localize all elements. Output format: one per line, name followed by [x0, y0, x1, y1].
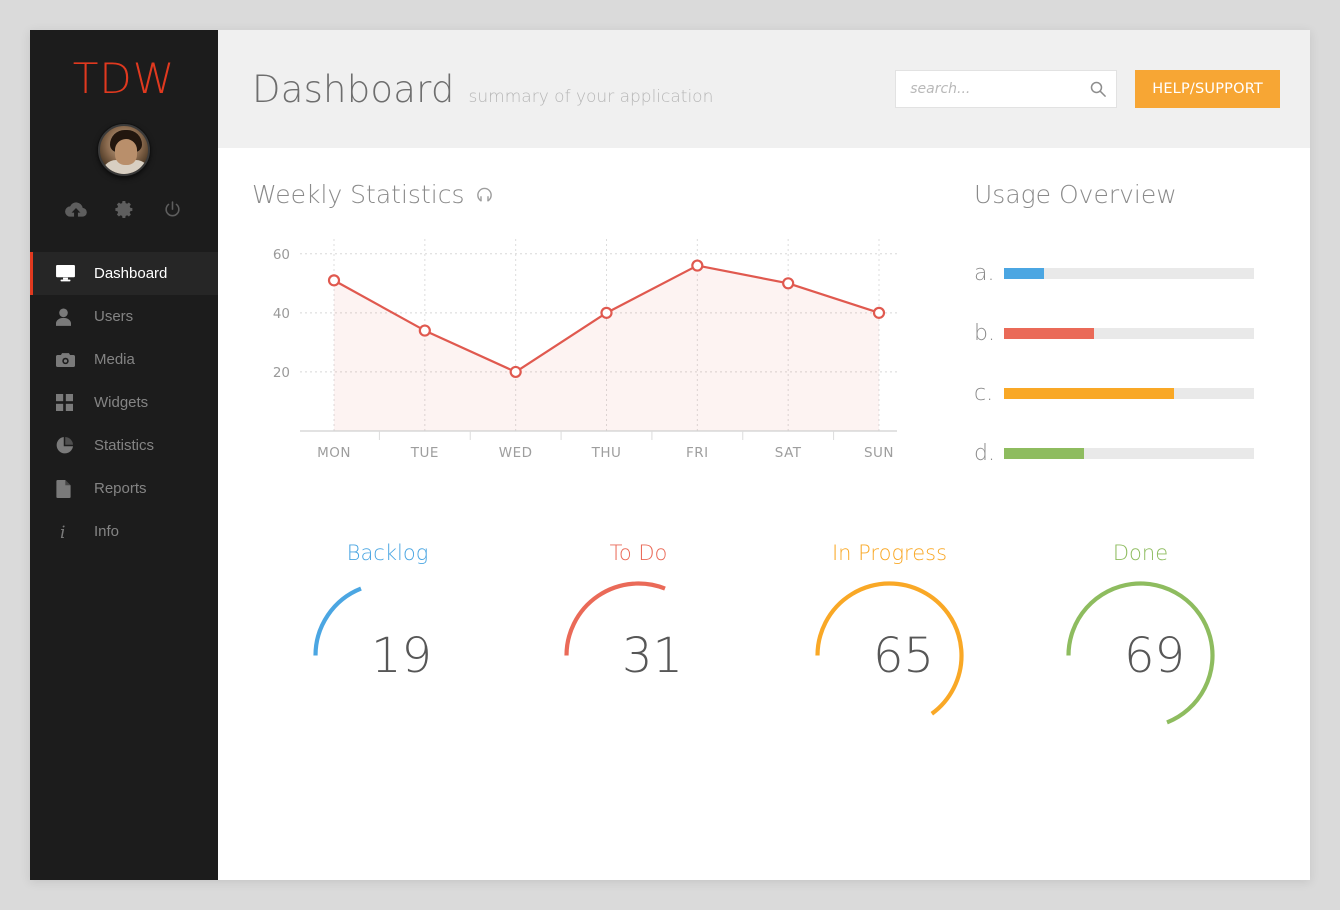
usage-overview-panel: Usage Overview a. b. c. d.: [912, 180, 1276, 483]
usage-progress-track[interactable]: [1004, 327, 1254, 339]
sidebar-item-label: Widgets: [94, 394, 149, 411]
page-subtitle: summary of your application: [468, 86, 714, 107]
gauge-arc: 65: [807, 573, 972, 738]
sidebar-item-label: Statistics: [94, 437, 155, 454]
usage-row-label: d.: [974, 440, 995, 466]
avatar-face: [115, 139, 137, 165]
sidebar-item-users[interactable]: Users: [30, 295, 218, 338]
usage-row: c.: [974, 363, 1276, 423]
sidebar-item-statistics[interactable]: Statistics: [30, 424, 218, 467]
sidebar-item-label: Media: [94, 351, 135, 368]
camera-icon: [56, 350, 78, 370]
weekly-statistics-header: Weekly Statistics: [252, 180, 912, 209]
pie-chart-icon: [56, 436, 78, 456]
power-icon[interactable]: [161, 198, 183, 220]
usage-progress-fill: [1004, 327, 1094, 339]
usage-overview-title: Usage Overview: [974, 180, 1177, 209]
gauge-label: Backlog: [346, 541, 429, 565]
page-title: Dashboard: [252, 67, 455, 111]
info-icon: i: [56, 522, 78, 542]
usage-progress-fill: [1004, 267, 1044, 279]
gauge-value: 69: [1123, 627, 1186, 684]
gauge-value: 65: [872, 627, 935, 684]
top-header: Dashboard summary of your application HE…: [218, 30, 1310, 148]
search-input[interactable]: [910, 81, 1091, 97]
gauge-value: 31: [621, 627, 684, 684]
document-icon: [56, 479, 78, 499]
app-window: TDW Dashboard Users Media Widgets Statis…: [30, 30, 1310, 880]
gauge-row: Backlog 19 To Do 31 In Progress 65 Done 69: [252, 541, 1276, 738]
usage-progress-fill: [1004, 447, 1084, 459]
gauge-card: Backlog 19: [262, 541, 513, 738]
weekly-statistics-panel: Weekly Statistics 20 40 60 MON TUE WED THU FRI S…: [252, 180, 912, 483]
sidebar: TDW Dashboard Users Media Widgets Statis…: [30, 30, 218, 880]
gauge-card: Done 69: [1015, 541, 1266, 738]
usage-row-label: b.: [974, 320, 995, 346]
gauge-label: To Do: [609, 541, 668, 565]
sidebar-item-label: Reports: [94, 480, 147, 497]
title-group: Dashboard summary of your application: [252, 68, 895, 111]
usage-row: d.: [974, 423, 1276, 483]
sidebar-item-label: Dashboard: [94, 265, 168, 282]
top-row: Weekly Statistics 20 40 60 MON TUE WED THU FRI S…: [252, 180, 1276, 483]
gauge-card: To Do 31: [513, 541, 764, 738]
x-axis-label: TUE: [410, 445, 439, 461]
gauge-card: In Progress 65: [764, 541, 1015, 738]
search-box[interactable]: [895, 70, 1118, 108]
gauge-arc: 69: [1058, 573, 1223, 738]
usage-progress-fill: [1004, 387, 1174, 399]
x-axis-label: SUN: [864, 445, 894, 461]
sidebar-item-reports[interactable]: Reports: [30, 467, 218, 510]
sidebar-item-widgets[interactable]: Widgets: [30, 381, 218, 424]
sidebar-item-info[interactable]: i Info: [30, 510, 218, 553]
x-axis-label: WED: [499, 445, 533, 461]
gauge-label: In Progress: [831, 541, 948, 565]
weekly-line-chart: 20 40 60 MON TUE WED THU FRI SAT SUN: [252, 225, 912, 470]
usage-progress-track[interactable]: [1004, 267, 1254, 279]
gauge-label: Done: [1112, 541, 1169, 565]
svg-text:40: 40: [273, 306, 290, 322]
usage-progress-track[interactable]: [1004, 447, 1254, 459]
svg-text:60: 60: [273, 247, 290, 263]
sidebar-nav: Dashboard Users Media Widgets Statistics…: [30, 252, 218, 553]
weekly-statistics-title: Weekly Statistics: [252, 180, 465, 209]
refresh-icon[interactable]: [475, 185, 494, 204]
brand-logo[interactable]: TDW: [30, 30, 218, 100]
usage-row: b.: [974, 303, 1276, 363]
main-area: Dashboard summary of your application HE…: [218, 30, 1310, 880]
usage-row-label: a.: [974, 260, 995, 286]
gauge-value: 19: [370, 627, 433, 684]
sidebar-item-label: Users: [94, 308, 134, 325]
sidebar-item-label: Info: [94, 523, 120, 540]
usage-row-label: c.: [974, 380, 994, 406]
usage-bar-list: a. b. c. d.: [974, 243, 1276, 483]
gear-icon[interactable]: [113, 198, 135, 220]
svg-text:i: i: [60, 523, 65, 541]
search-icon[interactable]: [1090, 81, 1107, 97]
content-area: Weekly Statistics 20 40 60 MON TUE WED THU FRI S…: [218, 148, 1310, 880]
usage-row: a.: [974, 243, 1276, 303]
avatar-wrapper: [30, 124, 218, 176]
svg-text:20: 20: [273, 365, 290, 381]
x-axis-label: MON: [317, 445, 351, 461]
usage-progress-track[interactable]: [1004, 387, 1254, 399]
cloud-upload-icon[interactable]: [65, 198, 87, 220]
avatar[interactable]: [98, 124, 150, 176]
x-axis-label: THU: [591, 445, 622, 461]
usage-overview-header: Usage Overview: [974, 180, 1276, 209]
gauge-arc: 31: [556, 573, 721, 738]
sidebar-item-media[interactable]: Media: [30, 338, 218, 381]
monitor-icon: [56, 264, 78, 284]
user-icon: [56, 307, 78, 327]
x-axis-label: SAT: [775, 445, 802, 461]
sidebar-item-dashboard[interactable]: Dashboard: [30, 252, 218, 295]
grid-icon: [56, 393, 78, 413]
gauge-arc: 19: [305, 573, 470, 738]
x-axis-label: FRI: [686, 445, 709, 461]
help-support-button[interactable]: HELP/SUPPORT: [1135, 70, 1280, 108]
quick-actions: [30, 198, 218, 246]
line-chart-svg: 20 40 60 MON TUE WED THU FRI SAT SUN: [273, 239, 897, 461]
